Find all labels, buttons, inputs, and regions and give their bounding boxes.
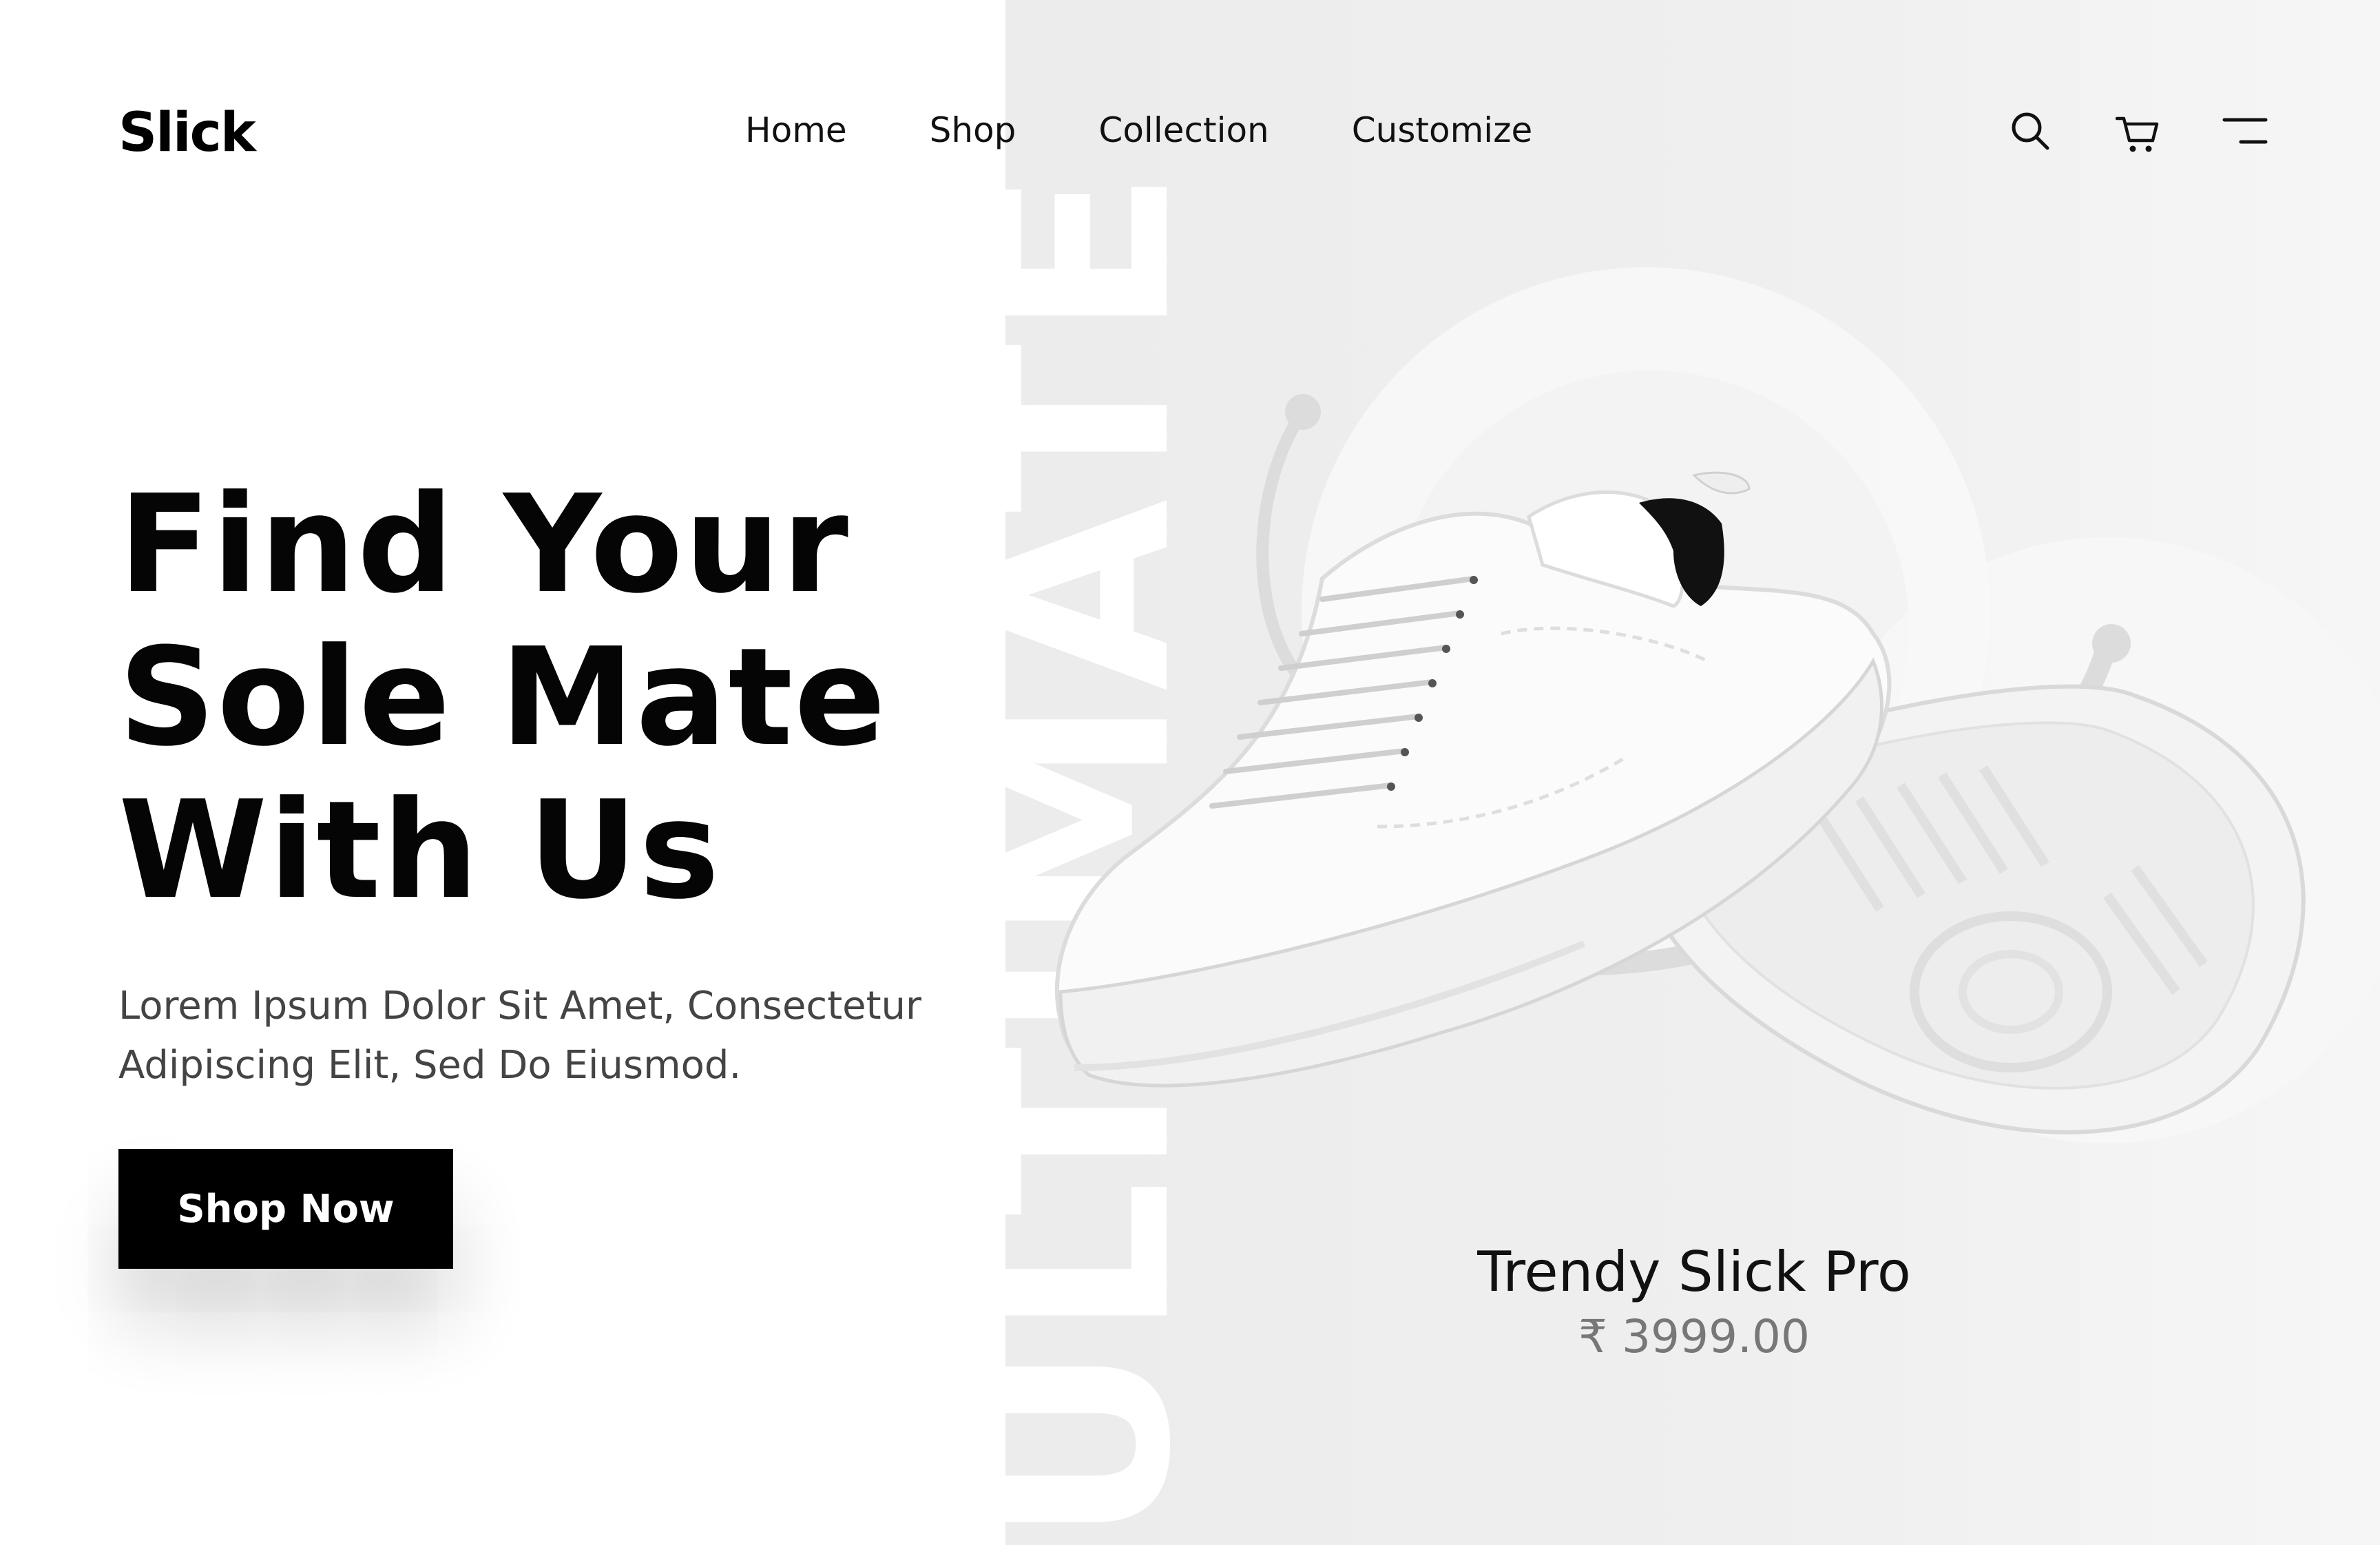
hero-subtitle: Lorem Ipsum Dolor Sit Amet, Consectetur … (118, 977, 979, 1095)
headline-line-2: Sole Mate (118, 619, 888, 776)
nav-link-home[interactable]: Home (745, 110, 847, 150)
search-button[interactable] (2010, 110, 2051, 152)
headline-line-1: Find Your (118, 466, 850, 623)
decorative-dot-2 (2092, 624, 2131, 663)
decorative-dot (1285, 394, 1321, 430)
nav-link-shop[interactable]: Shop (930, 110, 1016, 150)
product-price: ₹ 3999.00 (1578, 1310, 1810, 1363)
search-icon (2012, 112, 2049, 150)
subtitle-line-1: Lorem Ipsum Dolor Sit Amet, Consectetur (118, 984, 922, 1028)
headline-line-3: With Us (118, 772, 721, 929)
hero-headline: Find Your Sole Mate With Us (118, 468, 979, 927)
shop-now-button[interactable]: Shop Now (118, 1149, 453, 1269)
nav-link-customize[interactable]: Customize (1352, 110, 1532, 150)
nav-link-collection[interactable]: Collection (1098, 110, 1269, 150)
brand-logo[interactable]: Slick (118, 102, 256, 164)
subtitle-line-2: Adipiscing Elit, Sed Do Eiusmod. (118, 1043, 742, 1088)
product-name: Trendy Slick Pro (1477, 1240, 1911, 1304)
cart-icon (2115, 116, 2159, 152)
sneakers-image (1054, 394, 2306, 1134)
menu-button[interactable] (2222, 116, 2268, 146)
menu-icon (2222, 118, 2268, 144)
main-nav: Home Shop Collection Customize (745, 110, 1532, 150)
cart-button[interactable] (2115, 114, 2160, 154)
